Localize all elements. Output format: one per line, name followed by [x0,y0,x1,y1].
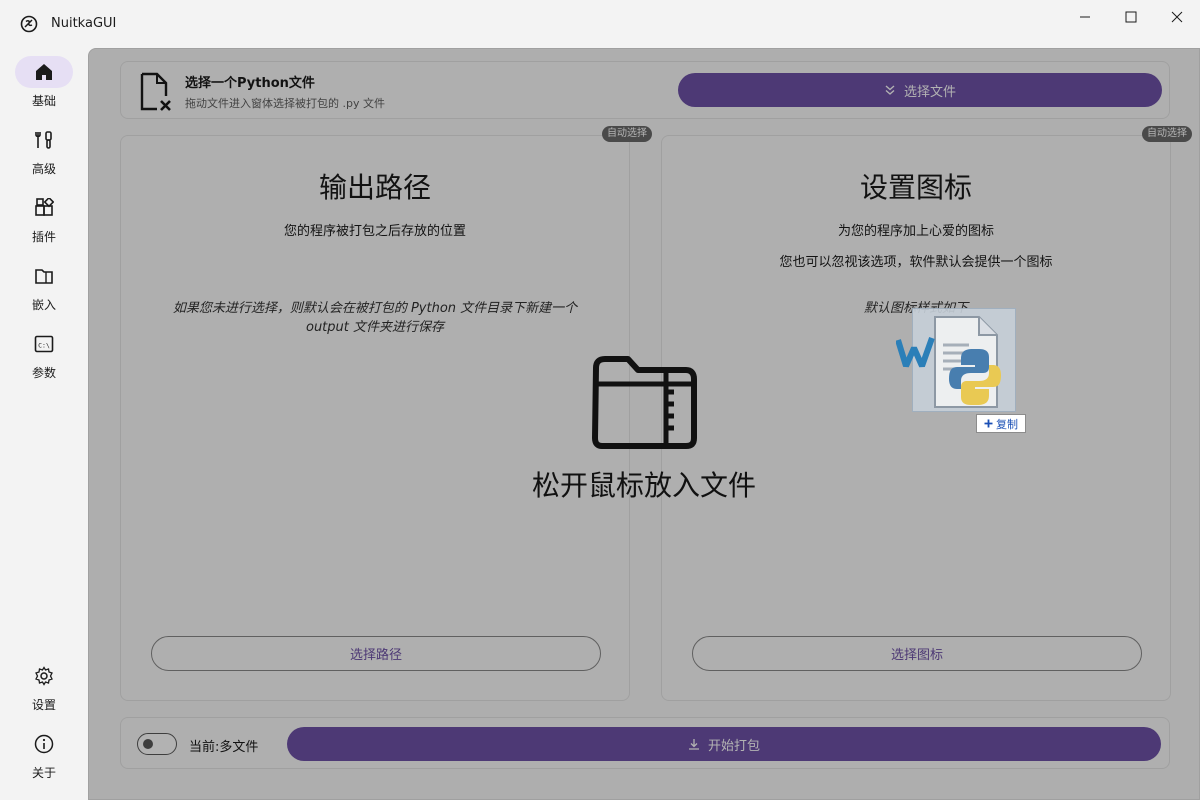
home-icon [36,64,52,80]
nav-item-plugins[interactable]: 插件 [14,192,74,250]
nav-item-about[interactable]: 关于 [14,728,74,786]
nav-label: 参数 [31,366,56,380]
tools-icon [35,131,52,149]
gear-icon [35,666,53,686]
minimize-icon [1080,16,1090,18]
nav-item-settings[interactable]: 设置 [14,660,74,718]
puzzle-icon [35,198,54,216]
title-bar: NuitkaGUI [0,0,1200,48]
nav-label: 嵌入 [31,298,56,312]
info-icon [34,734,54,754]
maximize-button[interactable] [1108,0,1154,34]
copy-label: 复制 [996,417,1018,431]
nav-item-advanced[interactable]: 高级 [14,124,74,182]
navigation-sidebar: 基础 高级 插件 嵌入 C:\ 参数 设置 关于 [0,48,88,800]
nav-item-params[interactable]: C:\ 参数 [14,328,74,386]
folder-zip-icon [592,356,697,449]
nav-item-basic[interactable]: 基础 [14,56,74,114]
app-w-logo-icon [896,336,935,368]
drop-hint: 松开鼠标放入文件 [531,469,756,502]
nav-label: 关于 [31,766,56,780]
close-icon [1171,11,1183,23]
drag-ghost: 复制 [896,308,1026,433]
terminal-icon: C:\ [34,335,54,353]
nav-label: 插件 [31,230,56,244]
maximize-icon [1125,11,1137,23]
folder-embed-icon [35,269,53,284]
minimize-button[interactable] [1062,0,1108,34]
nav-label: 设置 [31,698,56,712]
app-logo-icon [20,15,38,33]
close-button[interactable] [1154,0,1200,34]
nav-label: 基础 [31,94,56,108]
copy-indicator: 复制 [976,414,1026,433]
plus-icon [984,419,993,428]
svg-text:C:\: C:\ [38,342,50,350]
nav-label: 高级 [31,162,56,176]
nav-item-embed[interactable]: 嵌入 [14,260,74,318]
app-title: NuitkaGUI [51,16,117,31]
